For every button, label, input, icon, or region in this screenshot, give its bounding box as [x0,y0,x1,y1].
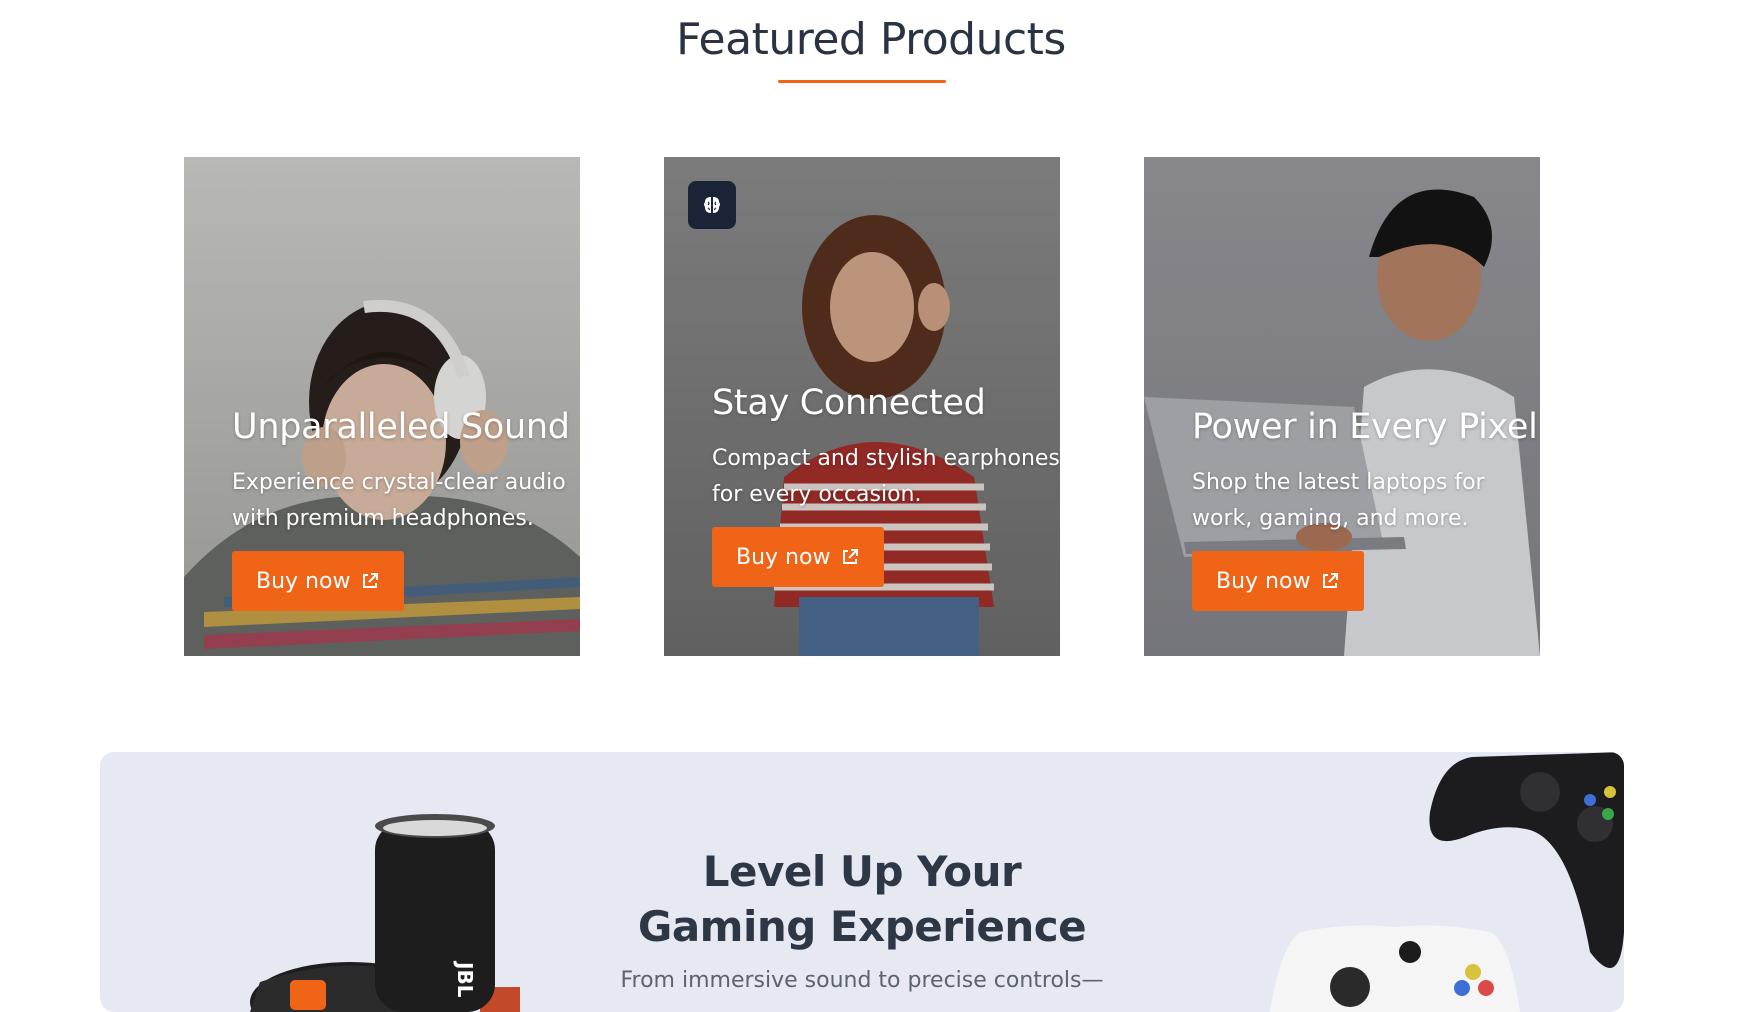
card-title: Power in Every Pixel [1192,407,1538,447]
card-title: Unparalleled Sound [232,407,570,447]
external-link-icon [1323,573,1339,588]
card-description: Experience crystal-clear audio with prem… [232,470,566,531]
brain-icon [704,197,720,213]
buy-now-label: Buy now [1216,568,1311,594]
card-content: Unparalleled Sound Experience crystal-cl… [232,407,580,611]
buy-now-label: Buy now [256,568,351,594]
card-description: Shop the latest laptops for work, gaming… [1192,470,1485,531]
product-card-laptops: Power in Every Pixel Shop the latest lap… [1144,157,1540,656]
card-title: Stay Connected [712,383,986,423]
product-card-headphones: Unparalleled Sound Experience crystal-cl… [184,157,580,656]
product-card-earphones: Stay Connected Compact and stylish earph… [664,157,1060,656]
game-controllers-image [1270,752,1624,1012]
external-link-icon [363,573,379,588]
buy-now-button[interactable]: Buy now [712,527,885,587]
buy-now-button[interactable]: Buy now [232,551,405,611]
brain-badge[interactable] [688,181,736,229]
title-underline [778,80,946,83]
buy-now-label: Buy now [736,544,831,570]
card-content: Stay Connected Compact and stylish earph… [712,383,1060,587]
gaming-banner: JBL Level Up Your Gaming Experience From… [100,752,1624,1012]
card-description: Compact and stylish earphones for every … [712,446,1060,507]
external-link-icon [843,549,859,564]
buy-now-button[interactable]: Buy now [1192,551,1365,611]
card-content: Power in Every Pixel Shop the latest lap… [1192,407,1540,611]
featured-products-title: Featured Products [676,14,1066,65]
